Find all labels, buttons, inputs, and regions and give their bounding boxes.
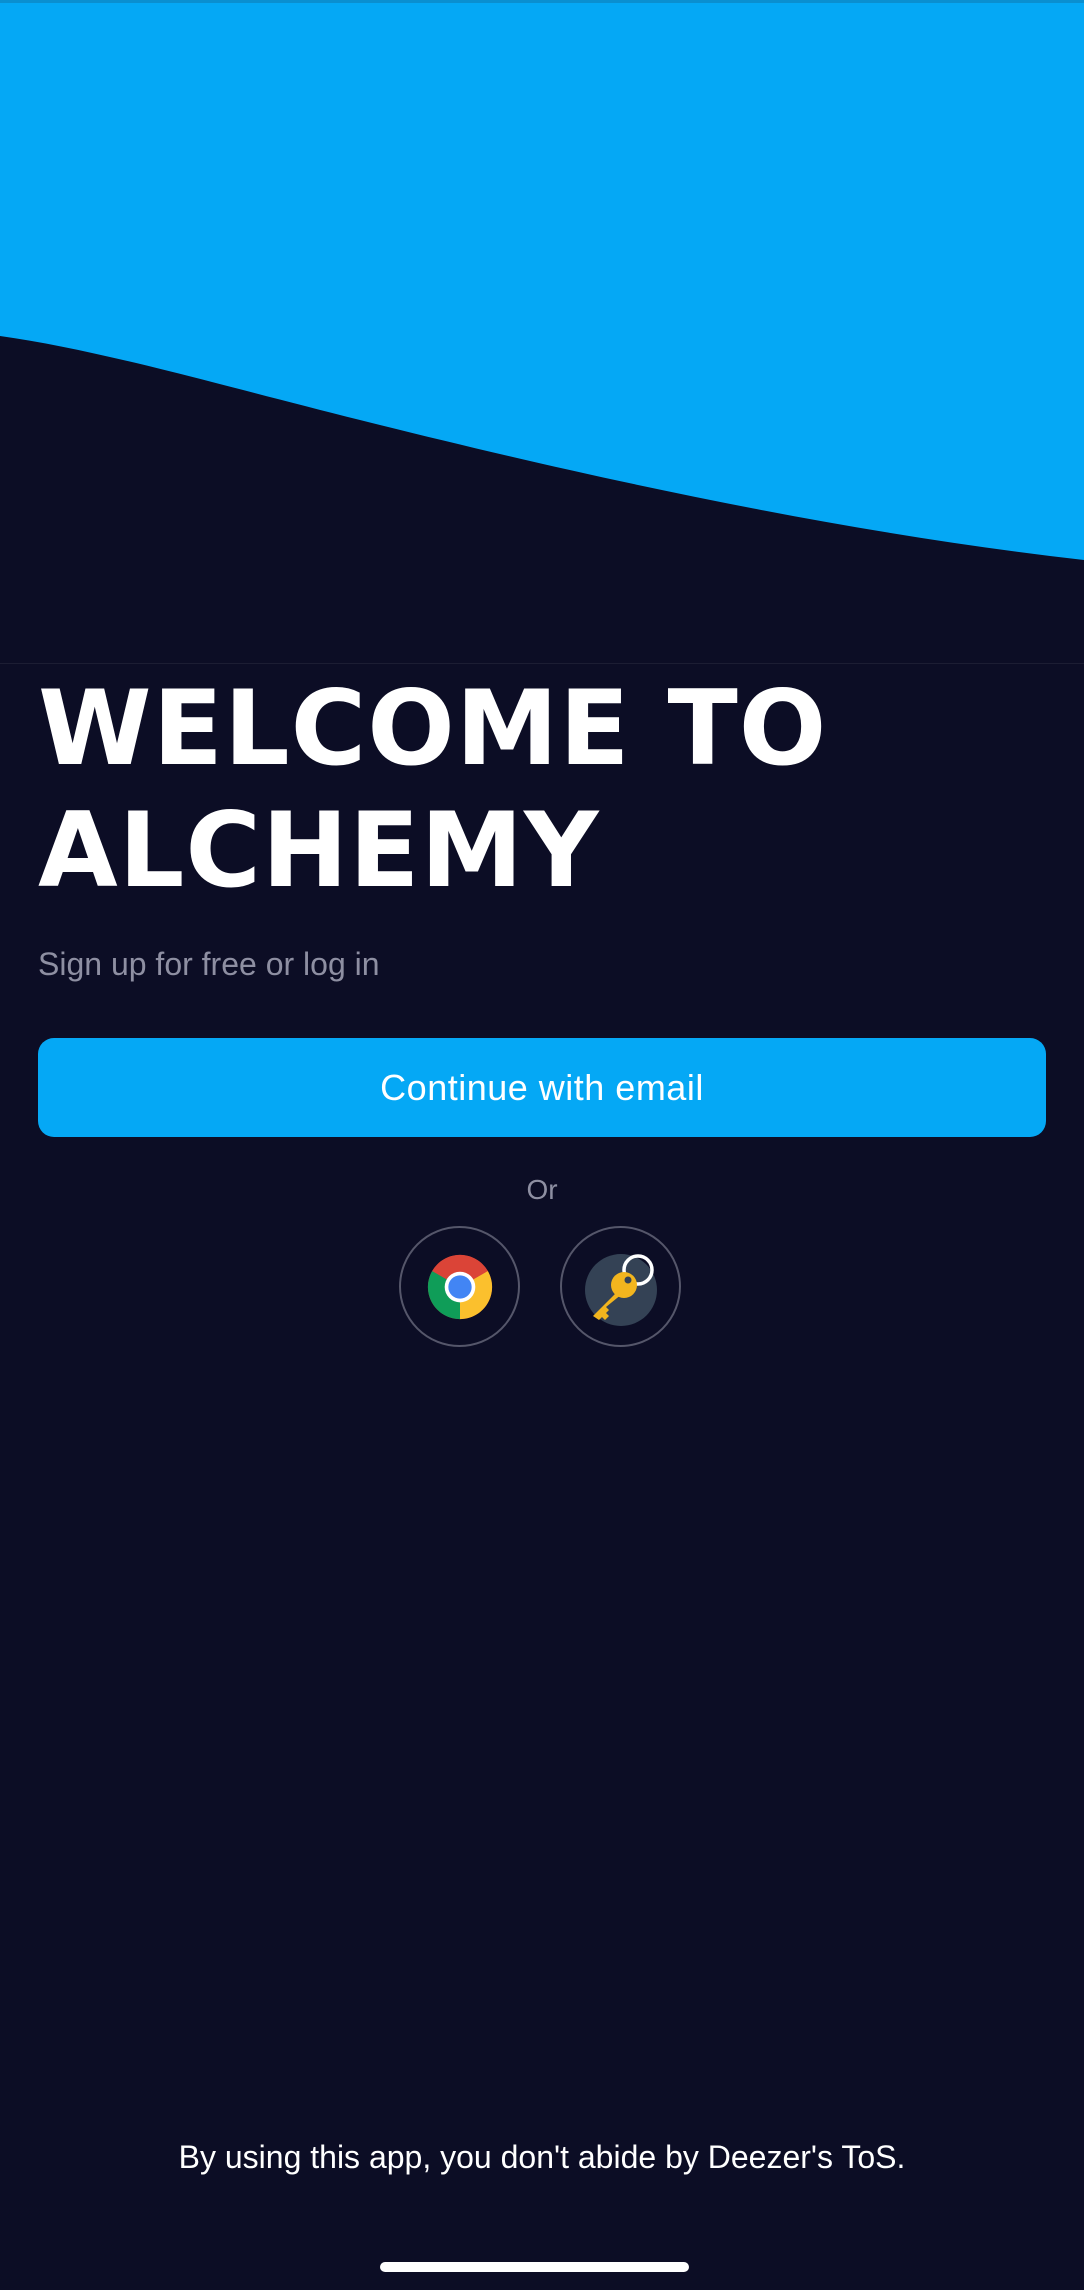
terms-disclaimer: By using this app, you don't abide by De…	[178, 2139, 906, 2175]
keychain-login-button[interactable]	[560, 1226, 681, 1347]
continue-with-email-button[interactable]: Continue with email	[38, 1038, 1046, 1137]
subtitle: Sign up for free or log in	[38, 946, 380, 982]
continue-with-email-label: Continue with email	[380, 1066, 704, 1108]
hero-banner	[0, 0, 1084, 664]
title-line-2: ALCHEMY	[38, 791, 600, 911]
or-divider: Or	[526, 1174, 558, 1205]
hero-wave-graphic	[0, 0, 1084, 663]
home-indicator[interactable]	[380, 2262, 689, 2272]
key-icon	[584, 1253, 657, 1326]
chrome-icon	[427, 1254, 492, 1319]
page-title: WELCOME TO ALCHEMY	[38, 668, 1048, 912]
login-screen: WELCOME TO ALCHEMY Sign up for free or l…	[0, 0, 1084, 2290]
title-line-1: WELCOME TO	[38, 669, 828, 789]
chrome-login-button[interactable]	[399, 1226, 520, 1347]
